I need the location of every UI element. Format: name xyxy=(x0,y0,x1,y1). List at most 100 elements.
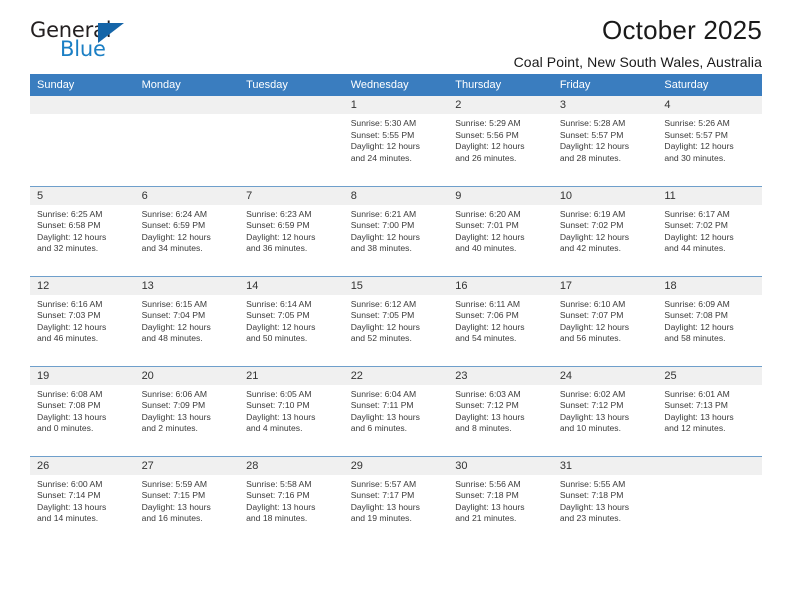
calendar-day-cell[interactable]: 30 Sunrise: 5:56 AM Sunset: 7:18 PM Dayligh… xyxy=(448,455,553,546)
daylight-duration-line1: Daylight: 13 hours xyxy=(141,501,211,512)
calendar-day-cell[interactable]: 3 Sunrise: 5:28 AM Sunset: 5:57 PM Daylight… xyxy=(552,96,658,186)
calendar-day-cell[interactable]: 26 Sunrise: 6:00 AM Sunset: 7:14 PM Dayligh… xyxy=(30,455,135,546)
sunrise-time: Sunrise: 6:23 AM xyxy=(246,208,312,219)
day-number: 22 xyxy=(343,366,449,385)
daylight-duration-line2: and 58 minutes. xyxy=(664,333,726,344)
sunrise-time: Sunrise: 6:11 AM xyxy=(455,298,521,309)
calendar-day-cell[interactable]: 16 Sunrise: 6:11 AM Sunset: 7:06 PM Dayligh… xyxy=(448,275,553,366)
day-number: 8 xyxy=(343,186,449,205)
calendar-day-cell[interactable]: 1 Sunrise: 5:30 AM Sunset: 5:55 PM Daylight… xyxy=(343,96,449,186)
daylight-duration-line2: and 16 minutes. xyxy=(141,513,203,524)
day-number: 21 xyxy=(239,366,344,385)
calendar-day-cell[interactable]: 17 Sunrise: 6:10 AM Sunset: 7:07 PM Dayligh… xyxy=(552,275,658,366)
sunrise-time: Sunrise: 5:56 AM xyxy=(455,478,521,489)
day-sun-info: Sunrise: 6:04 AM Sunset: 7:11 PM Daylight:… xyxy=(344,385,449,435)
sunrise-time: Sunrise: 6:17 AM xyxy=(664,208,730,219)
day-sun-info: Sunrise: 6:14 AM Sunset: 7:05 PM Daylight:… xyxy=(239,295,344,345)
day-sun-info: Sunrise: 6:23 AM Sunset: 6:59 PM Daylight:… xyxy=(239,205,344,255)
calendar-day-cell[interactable]: 14 Sunrise: 6:14 AM Sunset: 7:05 PM Dayligh… xyxy=(239,275,344,366)
daylight-duration-line2: and 48 minutes. xyxy=(141,333,203,344)
day-sun-info: Sunrise: 6:24 AM Sunset: 6:59 PM Daylight:… xyxy=(135,205,240,255)
daylight-duration-line2: and 14 minutes. xyxy=(37,513,99,524)
sunrise-time: Sunrise: 5:57 AM xyxy=(350,478,417,489)
daylight-duration-line2: and 4 minutes. xyxy=(246,423,303,434)
sunset-time: Sunset: 7:15 PM xyxy=(141,490,206,501)
sunrise-time: Sunrise: 6:03 AM xyxy=(455,388,521,399)
daylight-duration-line1: Daylight: 13 hours xyxy=(246,411,316,422)
day-number: 14 xyxy=(239,276,344,295)
calendar-day-cell[interactable]: 24 Sunrise: 6:02 AM Sunset: 7:12 PM Dayligh… xyxy=(552,365,658,456)
day-number: 23 xyxy=(448,366,553,385)
daylight-duration-line1: Daylight: 13 hours xyxy=(141,411,211,422)
calendar-day-cell[interactable]: 29 Sunrise: 5:57 AM Sunset: 7:17 PM Dayligh… xyxy=(343,455,449,546)
daylight-duration-line2: and 52 minutes. xyxy=(350,333,412,344)
daylight-duration-line1: Daylight: 12 hours xyxy=(350,321,420,332)
calendar-day-cell[interactable]: 6 Sunrise: 6:24 AM Sunset: 6:59 PM Daylight… xyxy=(134,185,240,276)
calendar-day-cell[interactable]: 15 Sunrise: 6:12 AM Sunset: 7:05 PM Dayligh… xyxy=(343,275,449,366)
calendar-day-cell[interactable]: 20 Sunrise: 6:06 AM Sunset: 7:09 PM Dayligh… xyxy=(134,365,240,456)
calendar-day-cell-empty xyxy=(134,96,240,186)
sunrise-time: Sunrise: 6:09 AM xyxy=(664,298,730,309)
daylight-duration-line2: and 2 minutes. xyxy=(141,423,198,434)
calendar-day-cell[interactable]: 27 Sunrise: 5:59 AM Sunset: 7:15 PM Dayligh… xyxy=(134,455,240,546)
sunset-time: Sunset: 5:57 PM xyxy=(559,129,624,140)
calendar-day-cell[interactable]: 4 Sunrise: 5:26 AM Sunset: 5:57 PM Daylight… xyxy=(657,96,762,186)
day-number: 11 xyxy=(657,186,762,205)
calendar-day-cell[interactable]: 25 Sunrise: 6:01 AM Sunset: 7:13 PM Dayligh… xyxy=(657,365,762,456)
sunrise-time: Sunrise: 5:58 AM xyxy=(246,478,312,489)
daylight-duration-line1: Daylight: 13 hours xyxy=(455,501,525,512)
day-number: 31 xyxy=(552,456,658,475)
calendar-week-row: 1 Sunrise: 5:30 AM Sunset: 5:55 PM Daylight… xyxy=(30,96,762,186)
day-sun-info: Sunrise: 6:17 AM Sunset: 7:02 PM Daylight:… xyxy=(657,205,762,255)
calendar-day-cell[interactable]: 7 Sunrise: 6:23 AM Sunset: 6:59 PM Daylight… xyxy=(239,185,344,276)
day-sun-info: Sunrise: 5:57 AM Sunset: 7:17 PM Daylight:… xyxy=(344,475,449,525)
day-number: 10 xyxy=(552,186,658,205)
day-number: 13 xyxy=(134,276,240,295)
calendar-day-cell[interactable]: 22 Sunrise: 6:04 AM Sunset: 7:11 PM Dayligh… xyxy=(343,365,449,456)
calendar-day-cell[interactable]: 19 Sunrise: 6:08 AM Sunset: 7:08 PM Dayligh… xyxy=(30,365,135,456)
calendar-day-cell-empty xyxy=(657,455,762,546)
day-sun-info: Sunrise: 6:05 AM Sunset: 7:10 PM Daylight:… xyxy=(239,385,344,435)
daylight-duration-line1: Daylight: 13 hours xyxy=(37,411,107,422)
calendar-day-cell[interactable]: 2 Sunrise: 5:29 AM Sunset: 5:56 PM Daylight… xyxy=(448,96,553,186)
sunset-time: Sunset: 7:10 PM xyxy=(246,400,310,411)
day-number xyxy=(239,96,344,114)
calendar-day-cell[interactable]: 8 Sunrise: 6:21 AM Sunset: 7:00 PM Daylight… xyxy=(343,185,449,276)
calendar-day-cell[interactable]: 28 Sunrise: 5:58 AM Sunset: 7:16 PM Dayligh… xyxy=(239,455,344,546)
page-header: General Blue October 2025 Coal Point, Ne… xyxy=(30,0,762,74)
calendar-day-cell[interactable]: 5 Sunrise: 6:25 AM Sunset: 6:58 PM Daylight… xyxy=(30,185,135,276)
calendar-day-cell[interactable]: 11 Sunrise: 6:17 AM Sunset: 7:02 PM Dayligh… xyxy=(657,185,762,276)
daylight-duration-line1: Daylight: 13 hours xyxy=(246,501,316,512)
calendar-day-cell[interactable]: 12 Sunrise: 6:16 AM Sunset: 7:03 PM Dayligh… xyxy=(30,275,135,366)
day-sun-info: Sunrise: 5:59 AM Sunset: 7:15 PM Daylight:… xyxy=(135,475,240,525)
weekday-header-thursday: Thursday xyxy=(448,74,553,96)
day-number: 2 xyxy=(448,96,553,114)
daylight-duration-line1: Daylight: 13 hours xyxy=(559,501,630,512)
calendar-day-cell[interactable]: 9 Sunrise: 6:20 AM Sunset: 7:01 PM Daylight… xyxy=(448,185,553,276)
calendar-day-cell[interactable]: 10 Sunrise: 6:19 AM Sunset: 7:02 PM Dayligh… xyxy=(552,185,658,276)
day-sun-info: Sunrise: 6:19 AM Sunset: 7:02 PM Daylight:… xyxy=(553,205,658,255)
sunrise-time: Sunrise: 6:14 AM xyxy=(246,298,312,309)
calendar-week-row: 19 Sunrise: 6:08 AM Sunset: 7:08 PM Dayligh… xyxy=(30,365,762,456)
calendar-day-cell[interactable]: 21 Sunrise: 6:05 AM Sunset: 7:10 PM Dayligh… xyxy=(239,365,344,456)
page-title: October 2025 xyxy=(602,15,762,45)
daylight-duration-line2: and 36 minutes. xyxy=(246,243,308,254)
day-number: 30 xyxy=(448,456,553,475)
sunrise-time: Sunrise: 6:24 AM xyxy=(141,208,208,219)
calendar-day-cell[interactable]: 23 Sunrise: 6:03 AM Sunset: 7:12 PM Dayligh… xyxy=(448,365,553,456)
sunset-time: Sunset: 7:08 PM xyxy=(37,400,101,411)
calendar-week-row: 12 Sunrise: 6:16 AM Sunset: 7:03 PM Dayligh… xyxy=(30,275,762,366)
calendar-day-cell[interactable]: 31 Sunrise: 5:55 AM Sunset: 7:18 PM Dayligh… xyxy=(552,455,658,546)
sunrise-time: Sunrise: 6:04 AM xyxy=(350,388,417,399)
daylight-duration-line2: and 38 minutes. xyxy=(350,243,412,254)
sunset-time: Sunset: 6:59 PM xyxy=(246,220,310,231)
daylight-duration-line1: Daylight: 12 hours xyxy=(141,231,211,242)
sunrise-time: Sunrise: 6:10 AM xyxy=(559,298,626,309)
calendar-day-cell[interactable]: 18 Sunrise: 6:09 AM Sunset: 7:08 PM Dayligh… xyxy=(657,275,762,366)
sunset-time: Sunset: 7:18 PM xyxy=(559,490,624,501)
day-sun-info: Sunrise: 6:15 AM Sunset: 7:04 PM Daylight:… xyxy=(135,295,240,345)
sunrise-time: Sunrise: 6:05 AM xyxy=(246,388,312,399)
calendar-day-cell[interactable]: 13 Sunrise: 6:15 AM Sunset: 7:04 PM Dayligh… xyxy=(134,275,240,366)
day-number: 27 xyxy=(134,456,240,475)
day-number: 3 xyxy=(552,96,658,114)
